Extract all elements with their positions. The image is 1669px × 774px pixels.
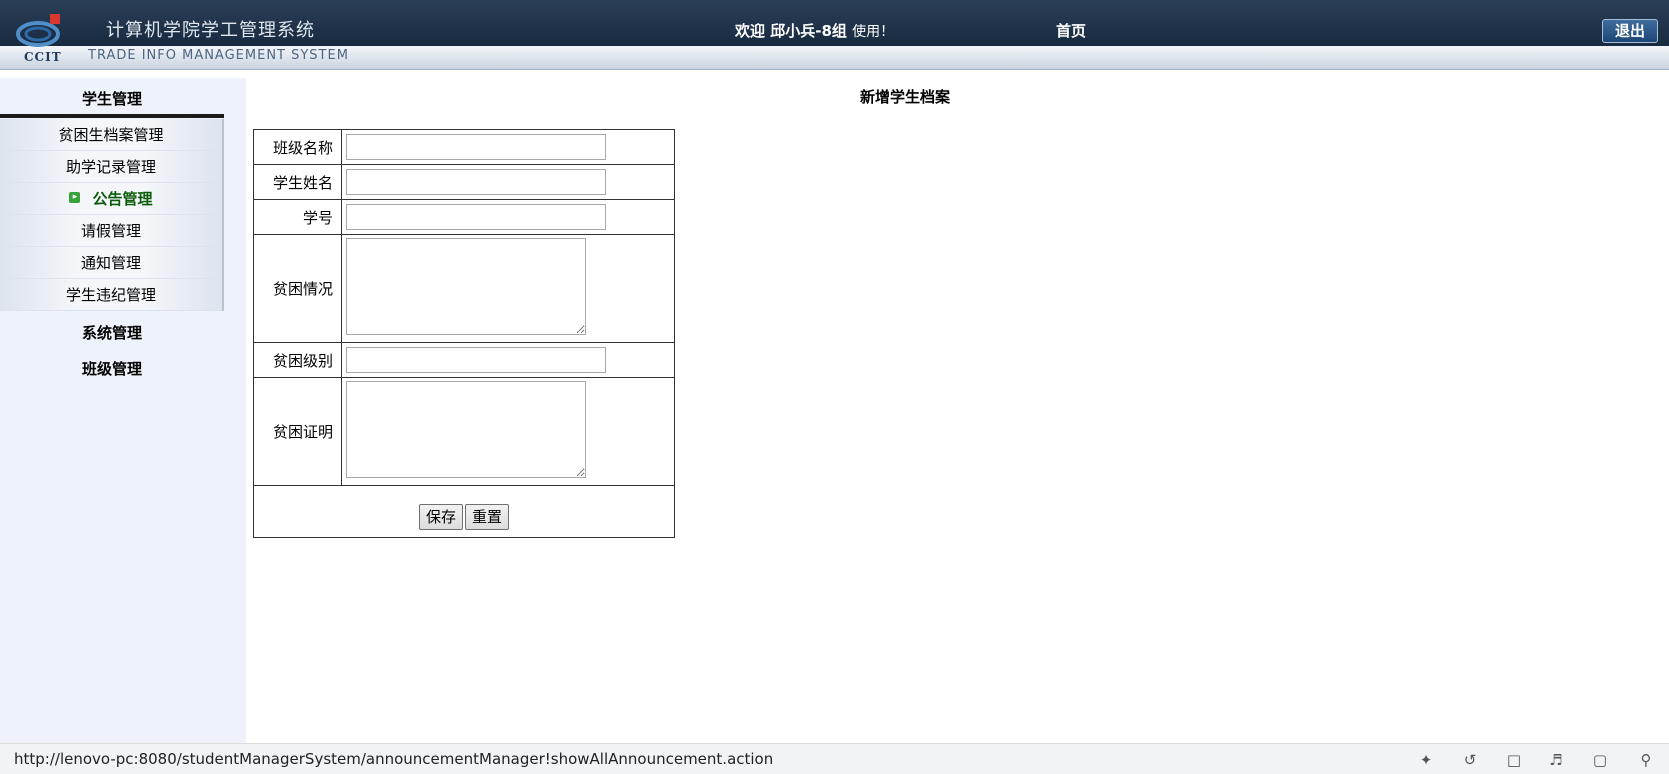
arrow-right-icon: ▸: [69, 192, 81, 203]
home-link[interactable]: 首页: [1056, 20, 1086, 41]
menu-group-divider: [0, 114, 224, 118]
field-label: 贫困级别: [253, 342, 342, 378]
system-title: 计算机学院学工管理系统: [106, 20, 315, 41]
welcome-suffix: 使用！: [852, 24, 895, 40]
sidebar-item-label: 学生违纪管理: [65, 286, 156, 304]
sidebar-item-discipline[interactable]: 学生违纪管理: [0, 279, 222, 311]
class-name-input[interactable]: [346, 134, 606, 160]
menu-group-system-management[interactable]: 系统管理: [0, 322, 224, 343]
form-actions: 保存 重置: [253, 485, 675, 538]
sidebar-item-poverty-archives[interactable]: 贫困生档案管理: [0, 119, 222, 151]
student-name-input[interactable]: [346, 169, 606, 195]
field-label: 贫困证明: [253, 377, 342, 486]
save-button[interactable]: 保存: [418, 503, 463, 530]
student-archive-form: 班级名称 学生姓名 学号 贫困情况 贫困级别 贫困证明 保存 重置: [253, 129, 675, 538]
header: CCIT 计算机学院学工管理系统 TRADE INFO MANAGEMENT S…: [0, 0, 1669, 72]
trash-icon[interactable]: □: [1504, 750, 1524, 770]
sidebar-item-aid-records[interactable]: 助学记录管理: [0, 151, 222, 183]
menu-group-student-management[interactable]: 学生管理: [0, 88, 224, 109]
menu-group-class-management[interactable]: 班级管理: [0, 358, 224, 379]
student-id-input[interactable]: [346, 204, 606, 230]
sidebar-item-label: 公告管理: [92, 190, 153, 208]
reset-button[interactable]: 重置: [465, 503, 510, 530]
page-title: 新增学生档案: [860, 88, 951, 106]
sidebar-item-label: 贫困生档案管理: [58, 126, 164, 144]
logo-text: CCIT: [24, 50, 62, 64]
field-label: 班级名称: [253, 129, 342, 165]
status-bar: http://lenovo-pc:8080/studentManagerSyst…: [0, 743, 1669, 774]
pin-icon[interactable]: ✦: [1416, 750, 1436, 770]
field-label: 贫困情况: [253, 234, 342, 343]
ccit-logo-icon: [16, 14, 60, 47]
welcome-user: 欢迎 邱小兵-8组: [735, 22, 847, 40]
field-label: 学号: [253, 199, 342, 235]
logout-button[interactable]: 退出: [1602, 19, 1658, 43]
sidebar-item-announcements[interactable]: ▸ 公告管理: [0, 183, 222, 215]
welcome-message: 欢迎 邱小兵-8组 使用！: [735, 20, 894, 41]
sidebar-item-leave[interactable]: 请假管理: [0, 215, 222, 247]
poverty-level-input[interactable]: [346, 347, 606, 373]
system-subtitle: TRADE INFO MANAGEMENT SYSTEM: [88, 48, 349, 63]
poverty-proof-textarea[interactable]: [346, 381, 586, 478]
sidebar-item-notices[interactable]: 通知管理: [0, 247, 222, 279]
status-url: http://lenovo-pc:8080/studentManagerSyst…: [14, 750, 774, 768]
poverty-status-textarea[interactable]: [346, 238, 586, 335]
sidebar: 学生管理 贫困生档案管理 助学记录管理 ▸ 公告管理 请假管理 通知管理 学生违纪…: [0, 78, 246, 743]
student-submenu: 贫困生档案管理 助学记录管理 ▸ 公告管理 请假管理 通知管理 学生违纪管理: [0, 119, 224, 311]
sidebar-item-label: 助学记录管理: [65, 158, 156, 176]
zoom-icon[interactable]: ⚲: [1636, 750, 1656, 770]
speed-icon[interactable]: ↺: [1460, 750, 1480, 770]
volume-icon[interactable]: ♬: [1546, 750, 1566, 770]
window-icon[interactable]: ▢: [1590, 750, 1610, 770]
field-label: 学生姓名: [253, 164, 342, 200]
sidebar-item-label: 请假管理: [80, 222, 141, 240]
sidebar-item-label: 通知管理: [80, 254, 141, 272]
